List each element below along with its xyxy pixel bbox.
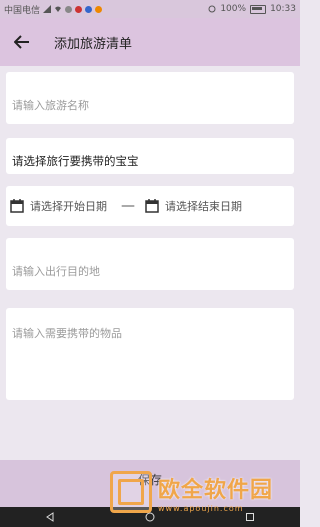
end-date-picker[interactable]: 请选择结束日期 [145,198,242,214]
app-notification-icon-4 [95,5,103,13]
save-button[interactable]: 保存 [0,460,300,507]
nav-home-icon[interactable] [145,512,155,522]
destination-input[interactable]: 请输入出行目的地 [6,238,294,290]
battery-percent: 100% [220,4,247,14]
page-title: 添加旅游清单 [54,36,133,52]
wifi-icon [55,6,62,12]
baby-select[interactable]: 请选择旅行要携带的宝宝 [6,138,294,174]
save-button-label: 保存 [137,473,162,487]
back-button[interactable] [8,28,36,56]
calendar-icon [145,199,159,213]
alarm-icon [208,5,216,13]
nav-back-icon[interactable] [45,512,55,522]
end-date-placeholder: 请选择结束日期 [165,200,242,213]
clock: 10:33 [270,4,296,14]
start-date-picker[interactable]: 请选择开始日期 [10,198,107,214]
destination-placeholder: 请输入出行目的地 [12,265,100,278]
trip-name-placeholder: 请输入旅游名称 [12,99,89,112]
baby-select-label: 请选择旅行要携带的宝宝 [12,154,139,168]
status-left: 中国电信 [4,3,103,16]
app-notification-icon-2 [75,5,83,13]
carrier-label: 中国电信 [4,5,41,16]
date-range-row: 请选择开始日期 — 请选择结束日期 [6,186,294,226]
calendar-icon [10,199,24,213]
app-header: 添加旅游清单 [0,18,300,66]
nav-recents-icon[interactable] [245,512,255,522]
items-textarea[interactable]: 请输入需要携带的物品 [6,308,294,400]
signal-icon [43,5,52,13]
status-bar: 中国电信 100% 10:33 [0,0,300,18]
status-right: 100% 10:33 [208,4,296,14]
battery-icon [250,4,267,14]
arrow-left-icon [14,35,29,49]
items-placeholder: 请输入需要携带的物品 [12,327,122,340]
system-nav-bar [0,507,300,527]
start-date-placeholder: 请选择开始日期 [30,200,107,213]
date-separator: — [121,198,135,214]
app-notification-icon [65,5,73,13]
trip-name-input[interactable]: 请输入旅游名称 [6,72,294,124]
app-notification-icon-3 [85,5,93,13]
